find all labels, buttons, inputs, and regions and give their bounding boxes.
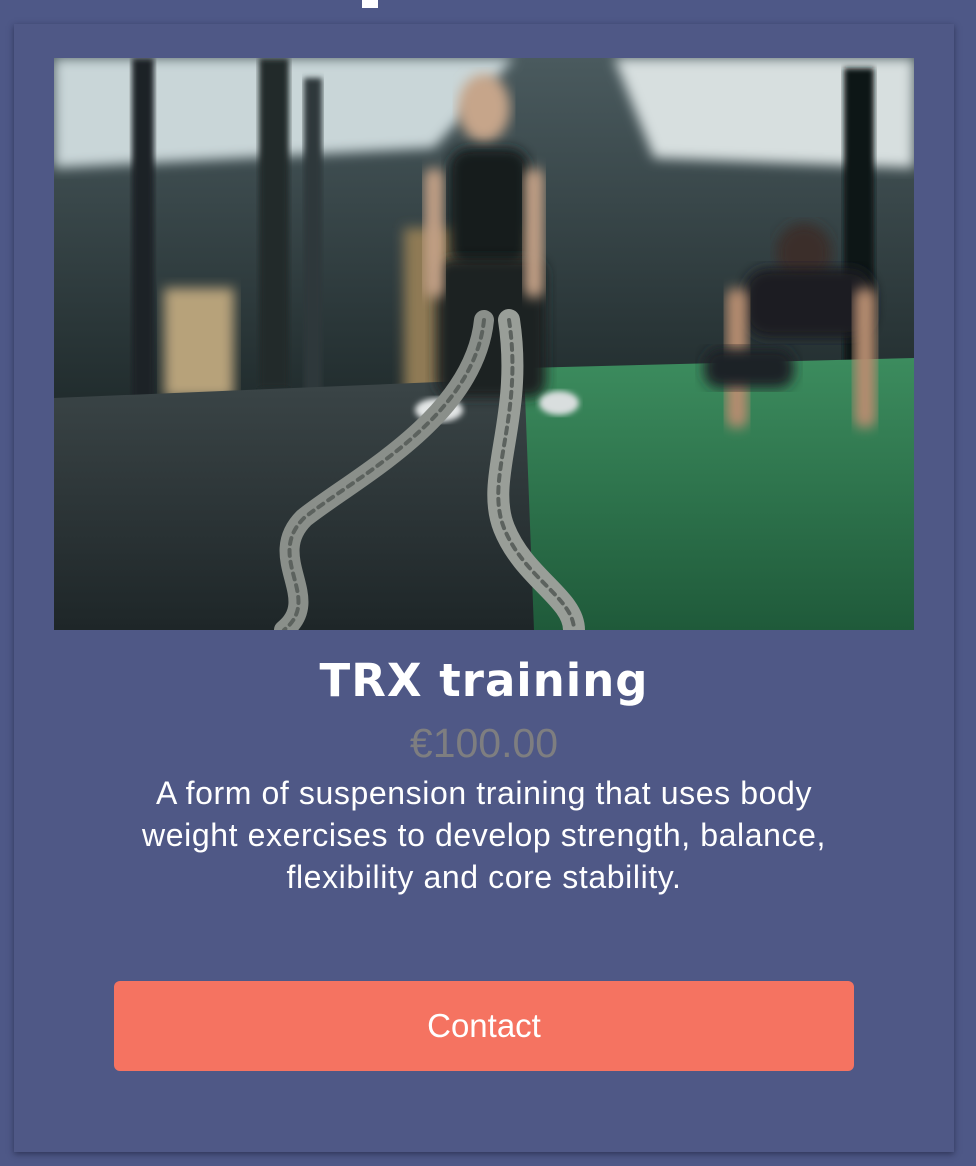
product-title: TRX training [319, 654, 649, 707]
product-description: A form of suspension training that uses … [142, 775, 826, 895]
product-price: €100.00 [409, 720, 559, 766]
page: TRX training €100.00 A form of suspensio… [0, 0, 976, 1166]
product-image [54, 58, 914, 630]
heading-fragment [362, 0, 378, 8]
gym-photo-illustration [54, 58, 914, 630]
contact-button[interactable]: Contact [114, 981, 854, 1071]
product-card: TRX training €100.00 A form of suspensio… [14, 24, 954, 1152]
